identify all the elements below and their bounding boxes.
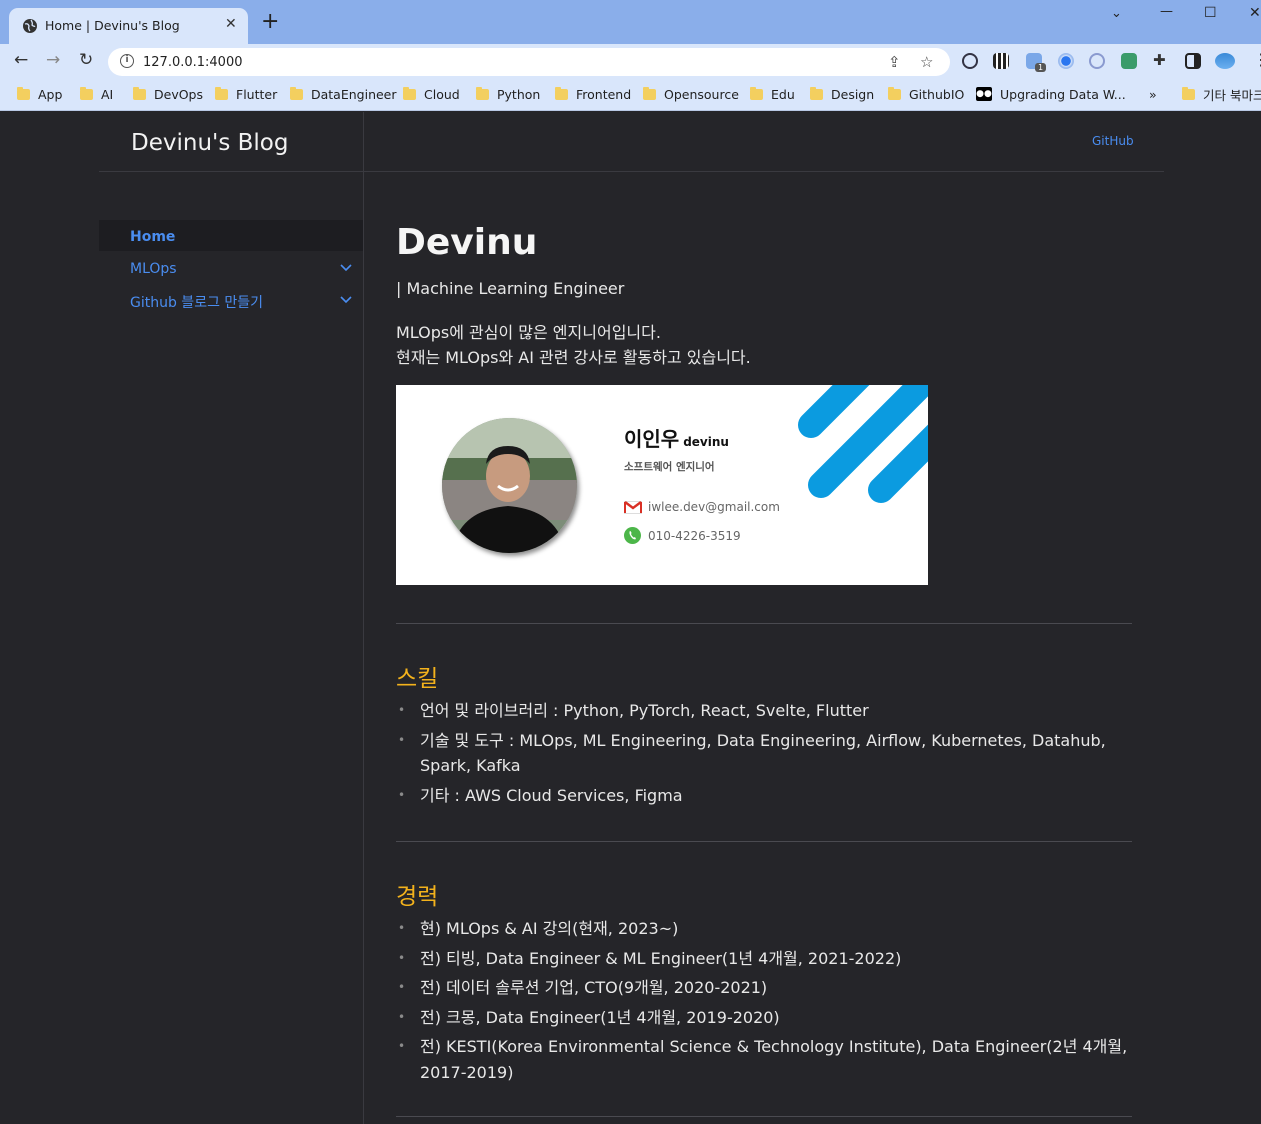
section-divider [396,623,1132,624]
profile-avatar[interactable] [1215,53,1235,69]
card-email-row: iwlee.dev@gmail.com [624,500,780,514]
forward-button[interactable]: → [46,51,60,69]
react-devtools-icon[interactable] [1089,53,1105,69]
bookmark-folder[interactable]: AI [80,85,113,103]
side-panel-icon[interactable] [1185,53,1201,69]
folder-icon [403,86,416,100]
chevron-down-icon[interactable] [340,296,352,304]
minimize-button[interactable]: — [1160,4,1173,19]
folder-icon [750,86,763,100]
list-item: 전) 티빙, Data Engineer & ML Engineer(1년 4개… [396,946,1132,972]
list-item: 전) 데이터 솔루션 기업, CTO(9개월, 2020-2021) [396,975,1132,1001]
address-bar[interactable]: i 127.0.0.1:4000 ⇪ ☆ [108,48,950,76]
back-button[interactable]: ← [14,51,28,69]
folder-icon [1182,86,1195,100]
url-text[interactable]: 127.0.0.1:4000 [143,55,243,70]
sidebar-divider [363,112,364,1124]
share-icon[interactable]: ⇪ [888,53,901,71]
folder-icon [17,86,30,100]
tab-title: Home | Devinu's Blog [45,18,180,33]
github-link[interactable]: GitHub [1092,134,1134,148]
bookmark-star-icon[interactable]: ☆ [920,53,933,71]
list-item: 전) KESTI(Korea Environmental Science & T… [396,1034,1132,1085]
globe-icon [23,19,37,33]
phone-icon [624,527,641,544]
sidebar-item-home[interactable]: Home [130,229,175,245]
folder-icon [810,86,823,100]
card-name: 이인우 devinu [624,427,729,451]
profile-photo [442,418,577,553]
bookmark-folder[interactable]: Edu [750,85,795,103]
folder-icon [133,86,146,100]
skills-list: 언어 및 라이브러리 : Python, PyTorch, React, Sve… [396,698,1132,812]
bookmark-folder[interactable]: Cloud [403,85,460,103]
browser-toolbar: ← → ↻ i 127.0.0.1:4000 ⇪ ☆ 1 ✚ ⋮ [0,44,1261,78]
list-item: 기타 : AWS Cloud Services, Figma [396,783,1132,809]
menu-icon[interactable]: ⋮ [1253,51,1261,69]
folder-icon [888,86,901,100]
list-item: 기술 및 도구 : MLOps, ML Engineering, Data En… [396,728,1132,779]
bookmark-folder[interactable]: App [17,85,62,103]
extension-icon-1[interactable] [962,53,978,69]
puzzle-icon[interactable]: ✚ [1153,51,1166,69]
business-card-image: 이인우 devinu 소프트웨어 엔지니어 iwlee.dev@gmail.com… [396,385,928,585]
bookmark-medium[interactable]: ●● Upgrading Data W... [976,85,1126,103]
card-phone-row: 010-4226-3519 [624,527,741,544]
card-role: 소프트웨어 엔지니어 [624,461,715,473]
close-tab-icon[interactable]: ✕ [225,16,237,32]
folder-icon [80,86,93,100]
bookmark-folder[interactable]: Design [810,85,874,103]
maximize-button[interactable]: ☐ [1204,5,1217,21]
new-tab-button[interactable]: + [261,11,279,33]
page-title: Devinu [396,222,538,263]
tab-bar: Home | Devinu's Blog ✕ + ⌄ — ☐ ✕ [0,0,1261,44]
folder-icon [476,86,489,100]
list-item: 전) 크몽, Data Engineer(1년 4개월, 2019-2020) [396,1005,1132,1031]
extension-icon-4[interactable] [1058,53,1074,69]
bookmark-folder[interactable]: Opensource [643,85,739,103]
close-window-button[interactable]: ✕ [1249,5,1261,21]
blog-page: Devinu's Blog GitHub Home MLOps Github 블… [0,112,1261,1124]
folder-icon [290,86,303,100]
chevron-down-icon[interactable]: ⌄ [1111,6,1122,21]
bookmark-folder[interactable]: GithubIO [888,85,964,103]
folder-icon [643,86,656,100]
extension-icon-6[interactable] [1121,53,1137,69]
career-list: 현) MLOps & AI 강의(현재, 2023~) 전) 티빙, Data … [396,916,1132,1089]
bookmark-folder[interactable]: DevOps [133,85,203,103]
bookmark-folder[interactable]: DataEngineer [290,85,397,103]
bookmark-folder[interactable]: Flutter [215,85,277,103]
section-divider [396,841,1132,842]
chevron-down-icon[interactable] [340,264,352,272]
site-info-icon[interactable]: i [120,54,134,68]
section-divider [396,1116,1132,1117]
bookmark-folder[interactable]: Python [476,85,540,103]
page-subtitle: | Machine Learning Engineer [396,279,625,298]
browser-tab[interactable]: Home | Devinu's Blog ✕ [9,8,248,44]
list-item: 언어 및 라이브러리 : Python, PyTorch, React, Sve… [396,698,1132,724]
skills-heading: 스킬 [396,666,439,692]
list-item: 현) MLOps & AI 강의(현재, 2023~) [396,916,1132,942]
extension-badge: 1 [1035,63,1047,72]
other-bookmarks-folder[interactable]: 기타 북마크 [1182,85,1261,103]
more-bookmarks-button[interactable]: » [1149,85,1157,103]
folder-icon [215,86,228,100]
gmail-icon [624,500,642,514]
portrait-image [442,418,577,553]
sidebar-item-github-blog[interactable]: Github 블로그 만들기 [130,292,263,312]
medium-icon: ●● [976,87,992,101]
sidebar-item-mlops[interactable]: MLOps [130,261,177,277]
qr-code-icon[interactable] [993,53,1009,69]
reload-button[interactable]: ↻ [79,51,93,69]
intro-text: MLOps에 관심이 많은 엔지니어입니다. 현재는 MLOps와 AI 관련 … [396,323,751,367]
bookmarks-bar: App AI DevOps Flutter DataEngineer Cloud… [0,78,1261,111]
decorative-stripes [798,385,928,503]
career-heading: 경력 [396,884,439,910]
site-title[interactable]: Devinu's Blog [131,130,288,156]
card-nickname: devinu [683,435,729,449]
header-divider [99,171,1164,172]
folder-icon [555,86,568,100]
bookmark-folder[interactable]: Frontend [555,85,631,103]
